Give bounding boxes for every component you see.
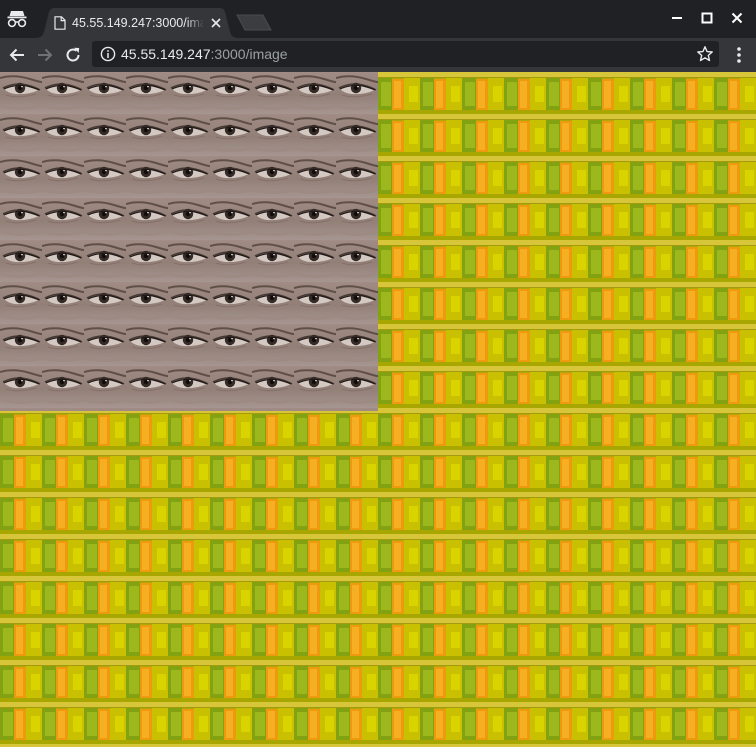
tab-strip: 45.55.149.247:3000/image [0, 0, 756, 38]
close-window-button[interactable] [722, 4, 752, 32]
forward-button[interactable] [35, 45, 55, 65]
arrow-left-icon [9, 48, 24, 62]
browser-window: 45.55.149.247:3000/image [0, 0, 756, 747]
new-tab-button[interactable] [236, 14, 272, 31]
incognito-icon [7, 8, 27, 30]
url-host: 45.55.149.247 [121, 46, 211, 62]
maximize-button[interactable] [692, 4, 722, 32]
minimize-icon [672, 17, 682, 19]
url-path: :3000/image [210, 46, 288, 62]
close-icon [731, 12, 743, 24]
tab-active[interactable]: 45.55.149.247:3000/image [34, 8, 240, 38]
tab-title: 45.55.149.247:3000/image [72, 15, 204, 31]
reload-icon [66, 47, 80, 62]
page-content [0, 72, 756, 747]
close-icon [211, 18, 221, 28]
site-info-button[interactable] [100, 46, 116, 62]
close-tab-button[interactable] [209, 16, 223, 30]
document-icon [54, 16, 66, 30]
minimize-button[interactable] [662, 4, 692, 32]
kebab-menu-icon [737, 47, 741, 63]
tiled-eye-image [0, 72, 378, 411]
browser-toolbar: 45.55.149.247:3000/image [0, 38, 756, 72]
arrow-right-icon [38, 48, 53, 62]
url-text[interactable]: 45.55.149.247:3000/image [121, 46, 288, 62]
back-button[interactable] [7, 45, 27, 65]
reload-button[interactable] [63, 45, 83, 65]
address-bar[interactable]: 45.55.149.247:3000/image [92, 41, 719, 67]
bookmark-button[interactable] [696, 45, 714, 63]
info-icon [100, 46, 116, 62]
new-tab-icon [236, 14, 272, 31]
menu-button[interactable] [731, 46, 747, 64]
maximize-icon [701, 12, 713, 24]
star-icon [697, 46, 713, 62]
